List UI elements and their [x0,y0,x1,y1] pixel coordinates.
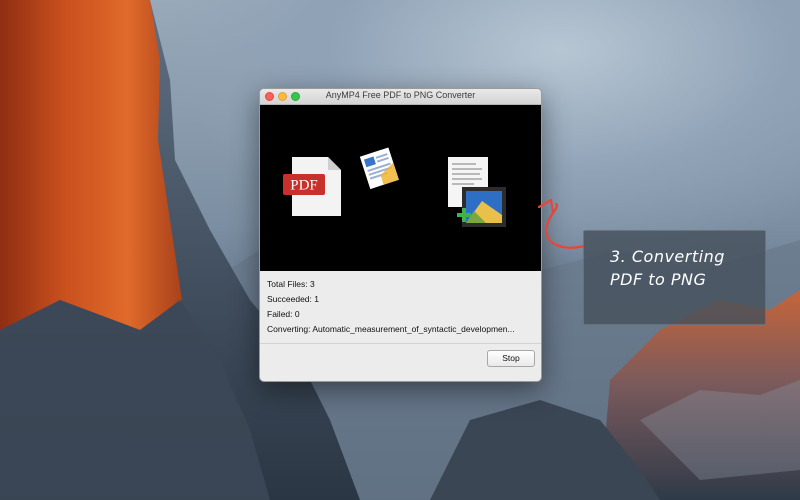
callout-line-1: 3. Converting [610,247,725,266]
step-callout: 3. Converting PDF to PNG [583,230,766,325]
callout-line-2: PDF to PNG [610,270,707,289]
